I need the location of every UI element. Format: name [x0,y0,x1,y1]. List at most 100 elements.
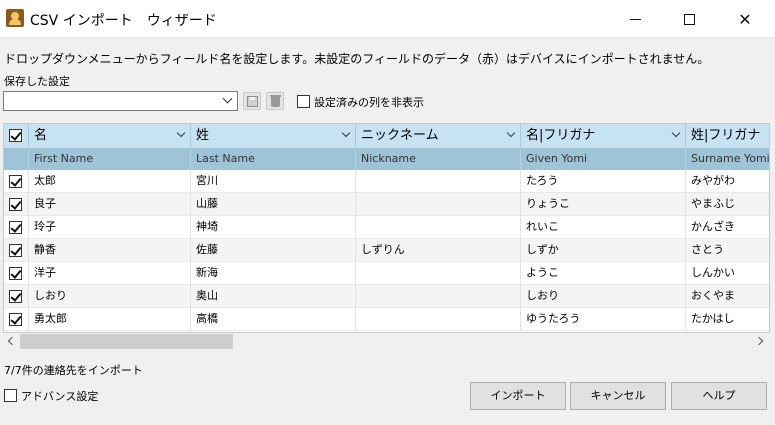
field-label: 姓|フリガナ [691,128,761,143]
maximize-button[interactable] [666,0,712,38]
table-cell[interactable]: 佐藤 [191,239,356,262]
table-cell[interactable]: たかはし [686,308,769,331]
table-cell[interactable] [356,285,521,308]
table-row: 勇太郎 高橋 ゆうたろう たかはし [4,308,769,331]
table-cell[interactable]: かんざき [686,216,769,239]
instruction-text: ドロップダウンメニューからフィールド名を設定します。未設定のフィールドのデータ（… [4,52,710,66]
field-header-row: 名 姓 ニックネーム 名|フリガナ 姓|フリガナ [4,124,769,148]
table-cell[interactable]: みやがわ [686,170,769,193]
help-button[interactable]: ヘルプ [671,382,767,410]
row-checkbox[interactable] [9,313,22,326]
table-cell[interactable]: 洋子 [29,262,191,285]
table-cell[interactable]: 山藤 [191,193,356,216]
row-checkbox[interactable] [9,221,22,234]
field-label: 姓 [196,128,210,143]
row-check-cell [4,170,29,193]
field-dropdown-col1[interactable]: 名 [29,124,191,148]
table-cell[interactable] [356,262,521,285]
table-cell[interactable]: 静香 [29,239,191,262]
table-cell[interactable]: おくやま [686,285,769,308]
table-row: 玲子 神埼 れいこ かんざき [4,216,769,239]
save-settings-button[interactable] [243,92,261,110]
table-cell[interactable] [356,170,521,193]
table-cell[interactable]: たろう [521,170,686,193]
table-cell[interactable]: しずりん [356,239,521,262]
table-row: しおり 奥山 しおり おくやま [4,285,769,308]
saved-settings-label: 保存した設定 [4,75,70,88]
window-title: CSV インポート ウィザード [30,13,217,29]
table-cell[interactable]: しんかい [686,262,769,285]
table-cell[interactable]: 高橋 [191,308,356,331]
import-grid: 名 姓 ニックネーム 名|フリガナ 姓|フリガナ First Name Last… [3,123,770,333]
horizontal-scrollbar[interactable] [3,333,770,350]
cancel-button[interactable]: キャンセル [570,382,666,410]
row-check-cell [4,239,29,262]
table-cell[interactable]: しおり [29,285,191,308]
scroll-left-icon[interactable] [7,336,17,346]
field-dropdown-col3[interactable]: ニックネーム [356,124,521,148]
row-checkbox[interactable] [9,175,22,188]
import-count-status: 7/7件の連絡先をインポート [4,364,143,377]
source-column-name: Last Name [191,148,356,170]
table-cell[interactable] [356,216,521,239]
table-cell[interactable]: しずか [521,239,686,262]
row-checkbox[interactable] [9,244,22,257]
source-column-name: Nickname [356,148,521,170]
row-checkbox[interactable] [9,267,22,280]
row-check-cell [4,262,29,285]
close-icon: ✕ [738,9,752,29]
hide-configured-columns-checkbox[interactable] [297,95,310,108]
minimize-icon [629,18,641,20]
table-cell[interactable]: 玲子 [29,216,191,239]
table-cell[interactable]: ようこ [521,262,686,285]
chevron-down-icon [176,128,186,138]
table-cell[interactable]: 宮川 [191,170,356,193]
row-check-cell [4,308,29,331]
table-cell[interactable] [356,193,521,216]
table-cell[interactable]: ゆうたろう [521,308,686,331]
table-cell[interactable]: しおり [521,285,686,308]
table-cell[interactable]: 太郎 [29,170,191,193]
select-all-checkbox[interactable] [9,129,22,142]
row-check-cell [4,285,29,308]
field-dropdown-col2[interactable]: 姓 [191,124,356,148]
table-cell[interactable]: 神埼 [191,216,356,239]
chevron-down-icon [506,128,516,138]
table-row: 良子 山藤 りょうこ やまふじ [4,193,769,216]
field-dropdown-col4[interactable]: 名|フリガナ [521,124,686,148]
hide-configured-columns-label: 設定済みの列を非表示 [314,96,424,109]
minimize-button[interactable] [612,0,658,38]
table-cell[interactable]: やまふじ [686,193,769,216]
save-icon [247,96,258,107]
field-label: ニックネーム [361,128,439,143]
table-cell[interactable]: れいこ [521,216,686,239]
table-cell[interactable]: 奥山 [191,285,356,308]
contacts-app-icon [6,9,24,27]
row-checkbox[interactable] [9,198,22,211]
advanced-settings-label: アドバンス設定 [21,390,99,403]
close-button[interactable]: ✕ [722,0,768,38]
table-cell[interactable]: 新海 [191,262,356,285]
table-cell[interactable]: 勇太郎 [29,308,191,331]
delete-settings-button[interactable] [266,92,284,110]
row-checkbox[interactable] [9,290,22,303]
source-column-name: Surname Yomi [686,148,769,170]
import-button[interactable]: インポート [470,382,566,410]
chevron-down-icon [671,128,681,138]
chevron-down-icon [222,93,233,104]
title-bar: CSV インポート ウィザード ✕ [0,0,775,38]
table-cell[interactable]: りょうこ [521,193,686,216]
table-cell[interactable] [356,308,521,331]
row-check-cell [4,216,29,239]
scrollbar-thumb[interactable] [20,334,233,349]
trash-icon [271,97,280,107]
field-label: 名|フリガナ [526,128,596,143]
saved-settings-dropdown[interactable] [3,91,238,111]
row-check-cell [4,193,29,216]
scroll-right-icon[interactable] [754,336,764,346]
advanced-settings-checkbox[interactable] [4,389,17,402]
field-dropdown-col5[interactable]: 姓|フリガナ [686,124,769,148]
table-cell[interactable]: 良子 [29,193,191,216]
table-cell[interactable]: さとう [686,239,769,262]
table-row: 太郎 宮川 たろう みやがわ [4,170,769,193]
